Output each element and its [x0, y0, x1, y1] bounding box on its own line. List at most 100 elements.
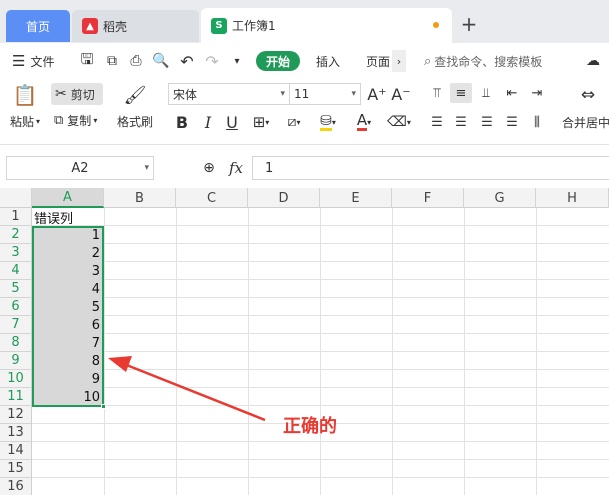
cell-style-icon[interactable]: ⧄ ▾	[281, 111, 307, 133]
tab-page[interactable]: 页面	[366, 50, 390, 72]
cell-a4[interactable]: 3	[32, 262, 104, 280]
row-header-9[interactable]: 9	[0, 352, 32, 370]
clear-format-icon[interactable]: ⌫ ▾	[384, 111, 414, 133]
fill-handle[interactable]	[101, 404, 106, 409]
spreadsheet-grid[interactable]: ABCDEFGH 1 2 3 4 5 6 7 8 9 10 11 12 13 14 15 16 错误列 1 2 3 4…	[0, 188, 609, 495]
cell-a11[interactable]: 10	[32, 388, 104, 406]
undo-icon[interactable]: ↶	[178, 50, 196, 72]
cell-a3[interactable]: 2	[32, 244, 104, 262]
cell-a5[interactable]: 4	[32, 280, 104, 298]
copy-button[interactable]: ⧉ 复制 ▾	[54, 112, 97, 129]
ribbon-scroll-right-button[interactable]: ›	[392, 50, 406, 72]
align-middle-icon[interactable]: ≡	[450, 83, 472, 103]
cloud-sync-icon[interactable]: ☁	[582, 50, 604, 72]
row-header-11[interactable]: 11	[0, 388, 32, 406]
row-header-7[interactable]: 7	[0, 316, 32, 334]
copy-icon: ⧉	[54, 113, 64, 128]
decrease-indent-icon[interactable]: ⇤	[503, 83, 521, 103]
column-header-a[interactable]: A	[32, 188, 104, 208]
tab-daoke-label: 稻壳	[103, 19, 128, 34]
insert-function-icon[interactable]: fx	[226, 158, 246, 178]
command-search[interactable]: ⌕ 查找命令、搜索模板	[424, 50, 542, 72]
column-header-h[interactable]: H	[536, 188, 609, 208]
quick-access-dropdown-icon[interactable]: ▾	[230, 50, 244, 72]
cell-a1[interactable]: 错误列	[34, 208, 104, 227]
formula-input-value: 1	[265, 160, 274, 176]
row-header-12[interactable]: 12	[0, 406, 32, 424]
column-header-d[interactable]: D	[248, 188, 320, 208]
font-size-select[interactable]: 11 ▾	[289, 83, 361, 105]
increase-font-icon[interactable]: A⁺	[367, 83, 387, 105]
tab-insert-label: 插入	[316, 54, 341, 69]
export-pdf-icon[interactable]: ⧉	[103, 50, 121, 72]
font-color-icon[interactable]: A ▾	[349, 111, 379, 133]
tab-workbook[interactable]: S 工作簿1	[201, 8, 452, 43]
cell-a9[interactable]: 8	[32, 352, 104, 370]
row-header-2[interactable]: 2	[0, 226, 32, 244]
column-header-b[interactable]: B	[104, 188, 176, 208]
align-center-icon[interactable]: ☰	[452, 111, 470, 133]
font-color-letter-icon: A	[356, 111, 368, 131]
paste-icon[interactable]: 📋	[13, 83, 38, 107]
column-header-e[interactable]: E	[320, 188, 392, 208]
merge-center-button[interactable]: 合并居中	[562, 114, 609, 131]
column-header-g[interactable]: G	[464, 188, 536, 208]
align-left-icon[interactable]: ☰	[428, 111, 446, 133]
merge-cells-icon[interactable]: ⇔	[576, 83, 600, 107]
distributed-align-icon[interactable]: ⫼	[528, 111, 546, 133]
underline-icon[interactable]: U	[223, 111, 241, 133]
format-painter-button[interactable]: 格式刷	[117, 113, 153, 130]
cell-a7[interactable]: 6	[32, 316, 104, 334]
cell-a10[interactable]: 9	[32, 370, 104, 388]
cell-a2[interactable]: 1	[32, 226, 104, 244]
decrease-font-icon[interactable]: A⁻	[391, 83, 411, 105]
grid-row-line	[32, 351, 609, 352]
print-icon[interactable]: ⎙	[127, 50, 145, 72]
row-header-16[interactable]: 16	[0, 478, 32, 495]
tab-daoke[interactable]: ▲ 稻壳	[72, 10, 199, 42]
align-right-icon[interactable]: ☰	[478, 111, 496, 133]
row-header-3[interactable]: 3	[0, 244, 32, 262]
print-preview-icon[interactable]: 🔍	[152, 50, 170, 72]
row-header-10[interactable]: 10	[0, 370, 32, 388]
tab-insert[interactable]: 插入	[316, 50, 340, 72]
row-header-1[interactable]: 1	[0, 208, 32, 226]
row-header-15[interactable]: 15	[0, 460, 32, 478]
border-icon[interactable]: ⊞ ▾	[248, 111, 274, 133]
tab-start[interactable]: 开始	[256, 51, 300, 71]
redo-icon[interactable]: ↷	[203, 50, 221, 72]
name-box-value: A2	[71, 160, 89, 176]
row-header-13[interactable]: 13	[0, 424, 32, 442]
justify-icon[interactable]: ☰	[503, 111, 521, 133]
row-header-6[interactable]: 6	[0, 298, 32, 316]
zoom-formula-icon[interactable]: ⊕	[200, 159, 218, 177]
format-painter-icon[interactable]: 🖌	[123, 83, 147, 107]
increase-indent-icon[interactable]: ⇥	[528, 83, 546, 103]
font-name-select[interactable]: 宋体 ▾	[168, 83, 290, 105]
italic-icon[interactable]: I	[199, 111, 217, 133]
fill-color-icon[interactable]: ⛁ ▾	[313, 111, 343, 133]
name-box[interactable]: A2 ▾	[6, 156, 154, 180]
row-header-8[interactable]: 8	[0, 334, 32, 352]
new-tab-button[interactable]: +	[458, 12, 480, 36]
select-all-corner[interactable]	[0, 188, 32, 208]
row-header-5[interactable]: 5	[0, 280, 32, 298]
row-header-4[interactable]: 4	[0, 262, 32, 280]
file-menu-button[interactable]: ☰ 文件	[12, 50, 54, 72]
align-top-icon[interactable]: ⫪	[428, 83, 446, 103]
row-header-14[interactable]: 14	[0, 442, 32, 460]
grid-row-line	[32, 387, 609, 388]
bold-icon[interactable]: B	[173, 111, 191, 133]
grid-row-line	[32, 477, 609, 478]
save-icon[interactable]: 🖫	[78, 50, 96, 72]
cut-button[interactable]: ✂ 剪切	[51, 83, 103, 105]
paste-button[interactable]: 粘贴 ▾	[10, 113, 40, 130]
align-bottom-icon[interactable]: ⫫	[477, 83, 495, 103]
column-header-f[interactable]: F	[392, 188, 464, 208]
formula-input[interactable]: 1	[252, 156, 609, 180]
tab-home[interactable]: 首页	[6, 10, 70, 42]
column-header-c[interactable]: C	[176, 188, 248, 208]
paste-label: 粘贴	[10, 115, 35, 129]
cell-a6[interactable]: 5	[32, 298, 104, 316]
cell-a8[interactable]: 7	[32, 334, 104, 352]
